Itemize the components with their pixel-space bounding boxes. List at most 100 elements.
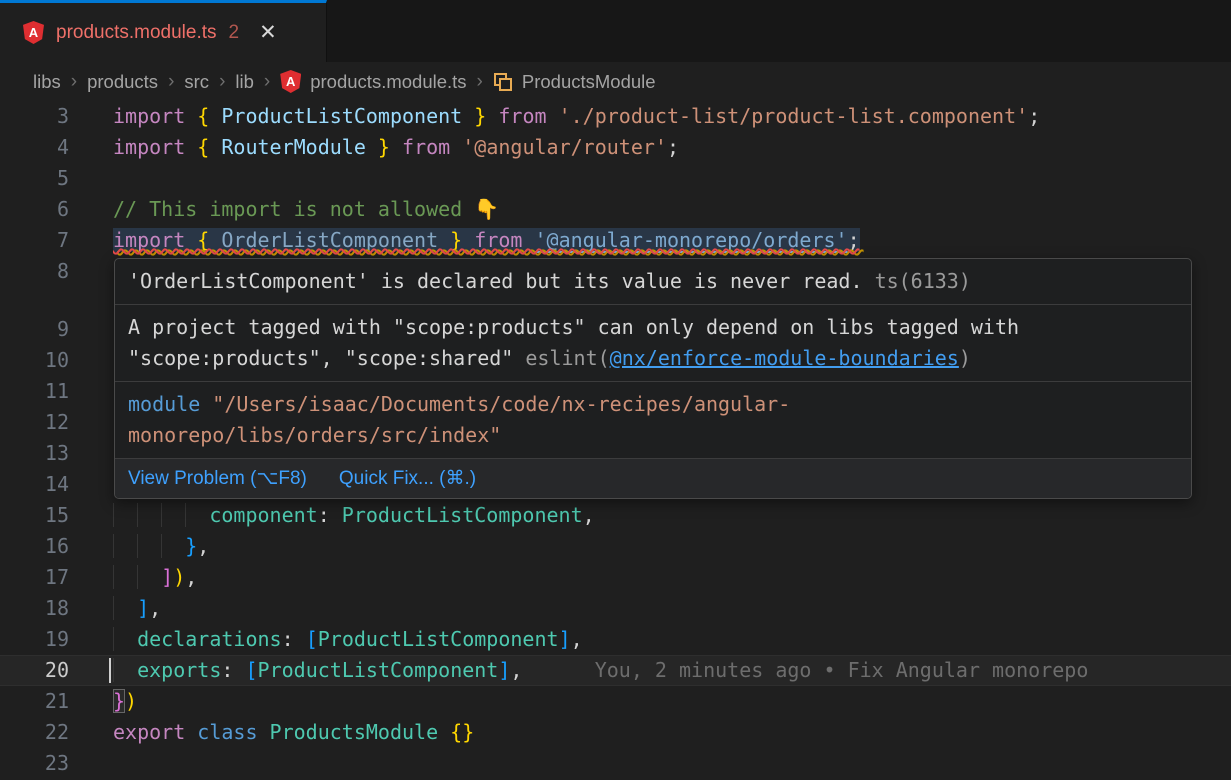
code-token: , (185, 565, 197, 589)
code-token: ProductsModule (270, 720, 439, 744)
code-token: ; (848, 228, 860, 252)
quick-fix-action[interactable]: Quick Fix... (⌘.) (339, 463, 476, 494)
tab-bar: A products.module.ts 2 ✕ (0, 0, 1231, 62)
breadcrumb-item-src[interactable]: src (184, 71, 209, 93)
gutter-line-number[interactable]: 7 (0, 225, 113, 256)
code-line-content[interactable]: import { ProductListComponent } from './… (113, 101, 1231, 132)
gutter-line-number[interactable]: 21 (0, 686, 113, 717)
breadcrumb-label: ProductsModule (522, 71, 656, 93)
breadcrumb-item-products-module-ts[interactable]: Aproducts.module.ts (280, 70, 466, 93)
gutter-line-number[interactable]: 8 (0, 256, 113, 287)
gutter-line-number[interactable]: 16 (0, 531, 113, 562)
breadcrumb-item-lib[interactable]: lib (235, 71, 254, 93)
tab-products-module[interactable]: A products.module.ts 2 ✕ (0, 0, 327, 62)
gutter-line-number[interactable]: 12 (0, 407, 113, 438)
code-line-content[interactable]: ], (113, 593, 1231, 624)
code-token (113, 627, 137, 651)
close-icon[interactable]: ✕ (259, 20, 277, 45)
gutter-line-number[interactable]: 20 (0, 655, 113, 686)
gutter-line-number[interactable]: 4 (0, 132, 113, 163)
code-line-content[interactable] (113, 163, 1231, 194)
code-line-content[interactable]: declarations: [ProductListComponent], (113, 624, 1231, 655)
code-token: RouterModule (221, 135, 366, 159)
gutter-line-number[interactable]: 23 (0, 748, 113, 779)
code-token: { (197, 135, 221, 159)
breadcrumb-label: products (87, 71, 158, 93)
breadcrumb-label: libs (33, 71, 61, 93)
gutter-line-number[interactable]: 14 (0, 469, 113, 500)
code-line-content[interactable]: component: ProductListComponent, (113, 500, 1231, 531)
breadcrumb-label: products.module.ts (310, 71, 466, 93)
view-problem-action[interactable]: View Problem (⌥F8) (128, 463, 307, 494)
code-token: } (438, 228, 462, 252)
code-line-22: 22export class ProductsModule {} (0, 717, 1231, 748)
code-token: } (113, 689, 125, 713)
gutter-line-number[interactable]: 13 (0, 438, 113, 469)
breadcrumb-separator: › (168, 71, 174, 93)
breadcrumb-separator: › (219, 71, 225, 93)
gutter-line-number[interactable]: 3 (0, 101, 113, 132)
problems-badge: 2 (229, 22, 240, 44)
hover-text (200, 392, 212, 416)
code-line-4: 4import { RouterModule } from '@angular/… (0, 132, 1231, 163)
breadcrumb-item-products[interactable]: products (87, 71, 158, 93)
code-token: [ (245, 658, 257, 682)
code-token: ProductListComponent (342, 503, 583, 527)
code-token: {} (450, 720, 474, 744)
code-token: ) (173, 565, 185, 589)
hover-text: ts(6133) (875, 269, 971, 293)
code-token: ProductListComponent (221, 104, 462, 128)
hover-text: 'OrderListComponent' is declared but its… (128, 269, 863, 293)
hover-text: module (128, 392, 200, 416)
breadcrumb: libs›products›src›lib›Aproducts.module.t… (0, 62, 1231, 101)
code-token: OrderListComponent (221, 228, 438, 252)
code-line-content[interactable] (113, 748, 1231, 779)
angular-icon: A (23, 21, 44, 44)
code-token (462, 228, 474, 252)
code-token: from (474, 228, 534, 252)
rule-link[interactable]: @nx/enforce-module-boundaries (610, 346, 959, 370)
code-line-content[interactable]: import { RouterModule } from '@angular/r… (113, 132, 1231, 163)
hover-text: eslint( (525, 346, 609, 370)
code-line-content[interactable]: exports: [ProductListComponent], You, 2 … (113, 655, 1231, 686)
gutter-line-number[interactable]: 15 (0, 500, 113, 531)
gutter-line-number[interactable]: 17 (0, 562, 113, 593)
code-token: ProductListComponent (318, 627, 559, 651)
code-token (438, 720, 450, 744)
code-token: { (197, 104, 221, 128)
code-line-18: 18 ], (0, 593, 1231, 624)
breadcrumb-item-productsmodule[interactable]: ProductsModule (493, 71, 656, 93)
breadcrumb-item-libs[interactable]: libs (33, 71, 61, 93)
code-line-21: 21}) (0, 686, 1231, 717)
code-token: export (113, 720, 197, 744)
hover-section-3: module "/Users/isaac/Documents/code/nx-r… (115, 381, 1191, 458)
code-token: '@angular-monorepo/orders' (535, 228, 848, 252)
code-line-content[interactable]: export class ProductsModule {} (113, 717, 1231, 748)
hover-text: "/Users/isaac/Documents/code/nx-recipes/… (128, 392, 790, 447)
code-token (113, 534, 185, 558)
code-line-content[interactable]: ]), (113, 562, 1231, 593)
gutter-line-number[interactable]: 6 (0, 194, 113, 225)
gutter-line-number[interactable]: 18 (0, 593, 113, 624)
gutter-line-number[interactable]: 5 (0, 163, 113, 194)
code-line-17: 17 ]), (0, 562, 1231, 593)
code-line-content[interactable]: // This import is not allowed 👇 (113, 194, 1231, 225)
gutter-line-number[interactable]: 11 (0, 376, 113, 407)
code-line-16: 16 }, (0, 531, 1231, 562)
code-line-content[interactable]: }) (113, 686, 1231, 717)
code-line-content[interactable]: import { OrderListComponent } from '@ang… (113, 225, 1231, 256)
gutter-line-number[interactable]: 10 (0, 345, 113, 376)
hover-section-1: 'OrderListComponent' is declared but its… (115, 259, 1191, 304)
gutter-line-number[interactable]: 9 (0, 314, 113, 345)
code-token (113, 596, 137, 620)
gutter-line-number[interactable]: 19 (0, 624, 113, 655)
code-token: , (583, 503, 595, 527)
code-line-content[interactable]: }, (113, 531, 1231, 562)
tab-label: products.module.ts (56, 22, 217, 44)
code-token: ) (125, 689, 137, 713)
code-token: // This import is not allowed (113, 197, 474, 221)
gutter-line-number[interactable]: 22 (0, 717, 113, 748)
code-token (113, 658, 137, 682)
code-token: '@angular/router' (462, 135, 667, 159)
code-line-20: 20 exports: [ProductListComponent], You,… (0, 655, 1231, 686)
